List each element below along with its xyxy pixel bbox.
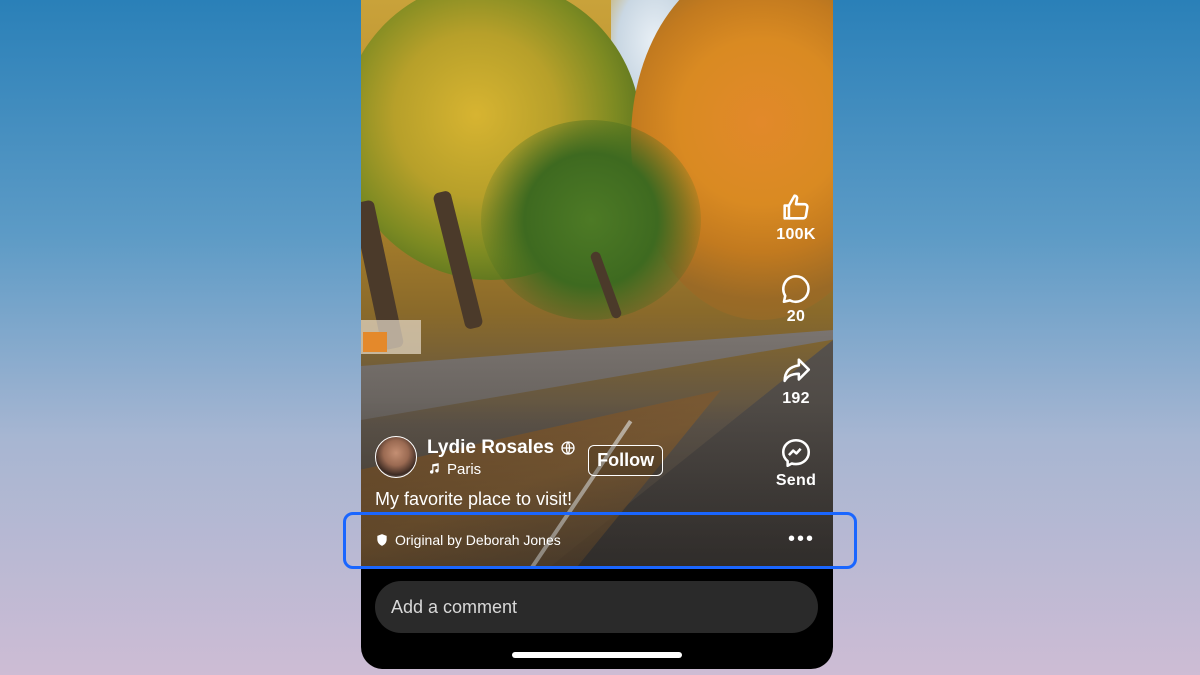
author-name[interactable]: Lydie Rosales: [427, 437, 554, 459]
video-foliage-green: [481, 120, 701, 320]
sign-orange: [363, 332, 387, 352]
avatar[interactable]: [375, 436, 417, 478]
music-note-icon: [429, 463, 439, 474]
audio-row[interactable]: Paris: [427, 461, 576, 478]
author-info: Lydie Rosales Paris: [427, 437, 576, 478]
post-author: Lydie Rosales Paris Follow: [375, 436, 664, 478]
comment-button[interactable]: 20: [767, 272, 825, 354]
follow-button[interactable]: Follow: [588, 444, 664, 476]
like-count: 100K: [776, 226, 816, 243]
messenger-icon: [781, 438, 811, 468]
action-rail: 100K 20 192 Send: [767, 190, 825, 518]
audio-label: Paris: [447, 460, 482, 478]
share-count: 192: [782, 390, 810, 407]
like-button[interactable]: 100K: [767, 190, 825, 272]
send-label: Send: [775, 472, 817, 489]
highlight-box: [343, 512, 857, 569]
send-button[interactable]: Send: [767, 436, 825, 518]
post-caption: My favorite place to visit!: [375, 489, 573, 509]
home-indicator: [512, 652, 682, 658]
share-button[interactable]: 192: [767, 354, 825, 436]
comment-count: 20: [786, 308, 806, 325]
comment-input[interactable]: Add a comment: [375, 581, 818, 633]
video-player[interactable]: [361, 0, 833, 567]
thumbs-up-icon: [783, 194, 809, 220]
author-name-row: Lydie Rosales: [427, 437, 576, 459]
comment-placeholder: Add a comment: [391, 596, 518, 617]
comment-bubble-icon: [782, 274, 810, 304]
share-arrow-icon: [783, 358, 811, 383]
globe-icon: [561, 440, 575, 455]
